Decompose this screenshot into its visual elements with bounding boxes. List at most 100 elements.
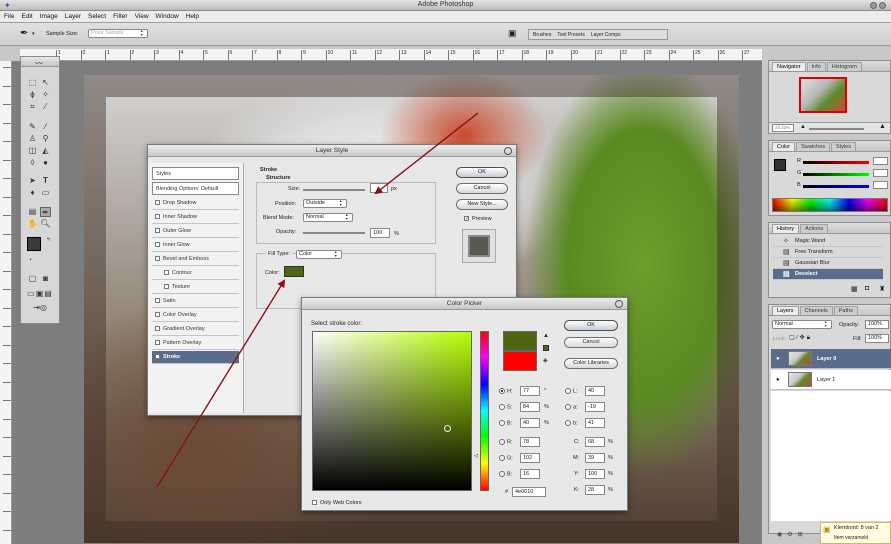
opacity-input[interactable]: 100 bbox=[370, 228, 390, 238]
color-field[interactable] bbox=[312, 331, 472, 491]
tab-styles[interactable]: Styles bbox=[831, 142, 856, 151]
hue-input[interactable]: 77 bbox=[520, 386, 540, 396]
styles-header[interactable]: Styles bbox=[152, 167, 239, 180]
status-bar-icons[interactable]: ◉⚙⊞ bbox=[777, 531, 808, 538]
lock-icons[interactable]: ▢∕✥🔒︎ bbox=[789, 334, 812, 342]
green-channel-input[interactable] bbox=[873, 169, 888, 177]
menu-help[interactable]: Help bbox=[186, 13, 199, 20]
web-safe-cube-icon[interactable]: ◈ bbox=[543, 357, 548, 364]
tab-navigator[interactable]: Navigator bbox=[772, 62, 806, 71]
hue-slider[interactable] bbox=[480, 331, 489, 491]
lab-l-radio[interactable] bbox=[565, 388, 571, 394]
palette-fg-swatch[interactable] bbox=[774, 159, 786, 171]
blue-input[interactable]: 16 bbox=[520, 469, 540, 479]
path-selection-tool-icon[interactable]: ➤ bbox=[27, 176, 38, 186]
green-input[interactable]: 102 bbox=[520, 453, 540, 463]
brush-tool-icon[interactable]: ∕ bbox=[40, 122, 51, 132]
style-outer-glow[interactable]: Outer Glow bbox=[152, 225, 239, 238]
color-picker-close-icon[interactable] bbox=[615, 300, 623, 308]
standard-mode-icon[interactable]: ▢ bbox=[27, 274, 38, 284]
marquee-tool-icon[interactable]: ⬚ bbox=[27, 78, 38, 88]
saturation-input[interactable]: 84 bbox=[520, 402, 540, 412]
quick-mask-mode-icon[interactable]: ◙ bbox=[40, 274, 51, 284]
red-radio[interactable] bbox=[499, 439, 505, 445]
clone-stamp-tool-icon[interactable]: ♙ bbox=[27, 134, 38, 144]
tab-histogram[interactable]: Histogram bbox=[826, 62, 862, 71]
layer-style-cancel-button[interactable]: Cancel bbox=[456, 183, 508, 194]
red-input[interactable]: 78 bbox=[520, 437, 540, 447]
texture-checkbox[interactable] bbox=[164, 284, 169, 290]
tab-paths[interactable]: Paths bbox=[833, 306, 858, 315]
slice-tool-icon[interactable]: ⁄ bbox=[40, 102, 51, 112]
history-item-free-transform[interactable]: ▤ Free Transform bbox=[773, 247, 883, 258]
magenta-input[interactable]: 39 bbox=[585, 453, 605, 463]
notes-tool-icon[interactable]: ▤ bbox=[27, 207, 38, 217]
bevel-emboss-checkbox[interactable] bbox=[155, 256, 160, 262]
style-gradient-overlay[interactable]: Gradient Overlay bbox=[152, 323, 239, 336]
history-snapshot-icon[interactable]: ◘ bbox=[865, 285, 869, 292]
zoom-out-icon[interactable]: ▲ bbox=[800, 124, 806, 130]
size-slider[interactable] bbox=[303, 189, 365, 191]
red-channel-slider[interactable] bbox=[803, 161, 869, 164]
swap-colors-icon[interactable]: ↰ bbox=[43, 235, 54, 245]
magic-wand-tool-icon[interactable]: ✧ bbox=[40, 90, 51, 100]
lab-l-input[interactable]: 40 bbox=[585, 386, 605, 396]
color-libraries-button[interactable]: Color Libraries bbox=[564, 358, 618, 369]
position-select[interactable]: Outside bbox=[303, 199, 347, 208]
shape-tool-icon[interactable]: ▭ bbox=[40, 188, 51, 198]
layer-style-close-icon[interactable] bbox=[504, 147, 512, 155]
gamut-warning-icon[interactable]: ▲ bbox=[543, 333, 549, 339]
default-colors-icon[interactable]: ▪ bbox=[25, 255, 36, 265]
well-tab-layer-comps[interactable]: Layer Comps bbox=[591, 32, 621, 38]
well-tab-tool-presets[interactable]: Tool Presets bbox=[557, 32, 585, 38]
menu-file[interactable]: File bbox=[4, 13, 14, 20]
imageready-jump-icon[interactable]: ⇥◎ bbox=[27, 303, 53, 313]
lab-b-radio[interactable] bbox=[565, 420, 571, 426]
history-trash-icon[interactable]: ♜ bbox=[879, 285, 885, 293]
tab-swatches[interactable]: Swatches bbox=[796, 142, 831, 151]
zoom-tool-icon[interactable]: 🔍︎ bbox=[40, 219, 51, 229]
history-item-deselect[interactable]: ▤ Deselect bbox=[773, 269, 883, 280]
history-new-document-icon[interactable]: ▦ bbox=[851, 285, 858, 293]
layer-blend-mode-select[interactable]: Normal bbox=[772, 320, 832, 329]
stroke-color-swatch[interactable] bbox=[284, 266, 304, 277]
layer-visibility-eye-icon[interactable]: ● bbox=[776, 356, 780, 362]
web-safe-warning-icon[interactable] bbox=[543, 345, 549, 351]
style-color-overlay[interactable]: Color Overlay bbox=[152, 309, 239, 322]
preview-checkbox[interactable]: ✓ bbox=[464, 216, 469, 222]
fill-type-select[interactable]: Color bbox=[296, 250, 342, 259]
blue-channel-slider[interactable] bbox=[803, 185, 869, 188]
web-colors-checkbox[interactable] bbox=[312, 500, 317, 506]
contour-checkbox[interactable] bbox=[164, 270, 169, 276]
style-texture[interactable]: Texture bbox=[152, 281, 239, 294]
menu-view[interactable]: View bbox=[135, 13, 149, 20]
hand-tool-icon[interactable]: ✋ bbox=[27, 219, 38, 229]
eyedropper-tool-active-icon[interactable]: ✒ bbox=[40, 207, 51, 217]
lasso-tool-icon[interactable]: ϕ bbox=[27, 90, 38, 100]
color-spectrum-bar[interactable] bbox=[772, 198, 888, 212]
color-picker-ok-button[interactable]: OK bbox=[564, 320, 618, 331]
style-blending-options[interactable]: Blending Options: Default bbox=[152, 182, 239, 195]
drop-shadow-checkbox[interactable] bbox=[155, 200, 160, 206]
style-satin[interactable]: Satin bbox=[152, 295, 239, 308]
style-bevel-emboss[interactable]: Bevel and Emboss bbox=[152, 253, 239, 266]
menu-layer[interactable]: Layer bbox=[65, 13, 81, 20]
hex-input[interactable]: 4e6610 bbox=[512, 487, 546, 497]
history-item-gaussian-blur[interactable]: ▤ Gaussian Blur bbox=[773, 258, 883, 269]
move-tool-icon[interactable]: ↖ bbox=[40, 78, 51, 88]
style-stroke[interactable]: Stroke bbox=[152, 351, 239, 364]
hue-slider-handle-icon[interactable]: ◁ bbox=[474, 453, 478, 459]
eraser-tool-icon[interactable]: ◫ bbox=[27, 146, 38, 156]
layer-fill-input[interactable]: 100% bbox=[865, 334, 889, 343]
style-inner-shadow[interactable]: Inner Shadow bbox=[152, 211, 239, 224]
color-overlay-checkbox[interactable] bbox=[155, 312, 160, 318]
new-style-button[interactable]: New Style... bbox=[456, 199, 508, 210]
green-radio[interactable] bbox=[499, 455, 505, 461]
stroke-checkbox[interactable] bbox=[155, 354, 160, 360]
sample-size-select[interactable]: Point Sample bbox=[88, 29, 148, 38]
menu-edit[interactable]: Edit bbox=[21, 13, 32, 20]
menu-select[interactable]: Select bbox=[88, 13, 106, 20]
blue-radio[interactable] bbox=[499, 471, 505, 477]
color-field-cursor[interactable] bbox=[444, 425, 451, 432]
inner-glow-checkbox[interactable] bbox=[155, 242, 160, 248]
